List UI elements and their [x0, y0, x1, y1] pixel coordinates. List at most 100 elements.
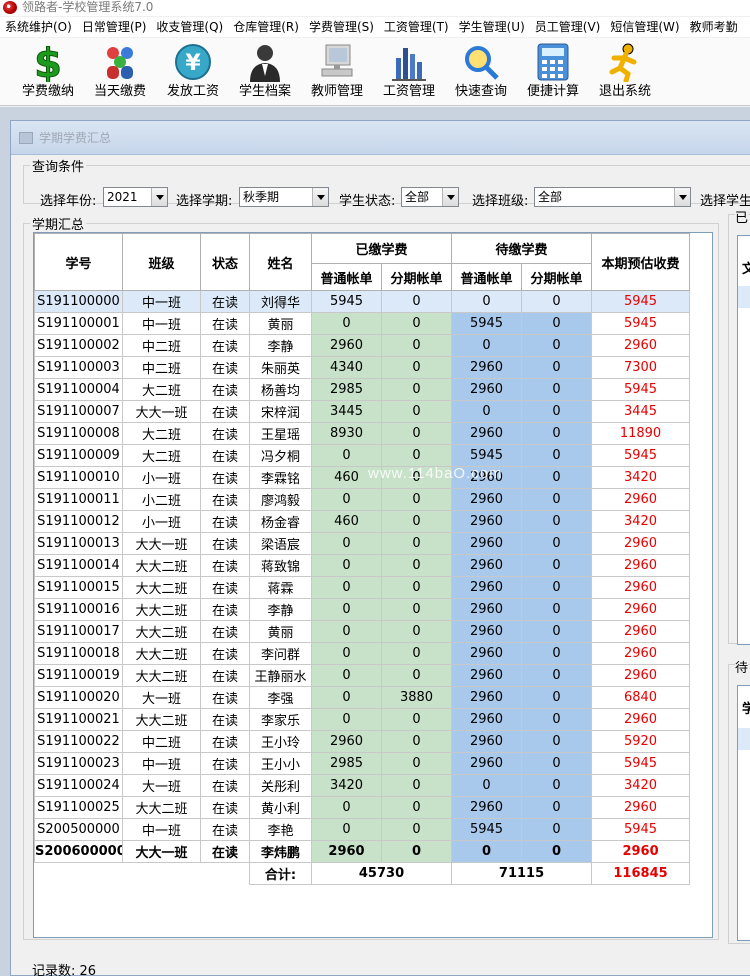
pending-detail-legend: 待 [735, 657, 749, 676]
class-value: 全部 [538, 190, 563, 204]
cell-status: 在读 [200, 356, 250, 379]
cell-paid-installment: 0 [380, 532, 453, 555]
table-row[interactable]: S191100011 小二班 在读 廖鸿毅 0 0 2960 0 2960 [34, 488, 691, 511]
table-row[interactable]: S191100009 大二班 在读 冯夕桐 0 0 5945 0 5945 [34, 444, 691, 467]
cell-paid-installment: 0 [380, 796, 453, 819]
cell-paid-installment: 0 [380, 818, 453, 841]
header-student-id[interactable]: 学号 [34, 233, 123, 291]
menu-item-6[interactable]: 学生管理(U) [454, 17, 530, 37]
menu-item-1[interactable]: 日常管理(P) [77, 17, 152, 37]
table-row[interactable]: S191100023 中一班 在读 王小小 2985 0 2960 0 5945 [34, 752, 691, 775]
menu-item-0[interactable]: 系统维护(O) [0, 17, 77, 37]
table-row[interactable]: S191100019 大大二班 在读 王静丽水 0 0 2960 0 2960 [34, 664, 691, 687]
header-class[interactable]: 班级 [122, 233, 201, 291]
table-row[interactable]: S191100024 大一班 在读 关彤利 3420 0 0 0 3420 [34, 774, 691, 797]
table-row[interactable]: S191100016 大大二班 在读 李静 0 0 2960 0 2960 [34, 598, 691, 621]
table-row[interactable]: S191100014 大大二班 在读 蒋致锦 0 0 2960 0 2960 [34, 554, 691, 577]
toolbar-button-calculator[interactable]: 便捷计算 [517, 42, 589, 104]
cell-paid-normal: 2960 [311, 334, 382, 357]
pending-detail-grid[interactable]: 学 [737, 685, 750, 941]
table-row[interactable]: S191100015 大大二班 在读 蒋霖 0 0 2960 0 2960 [34, 576, 691, 599]
table-row[interactable]: S191100001 中一班 在读 黄丽 0 0 5945 0 5945 [34, 312, 691, 335]
table-row[interactable]: S191100013 大大一班 在读 梁语宸 0 0 2960 0 2960 [34, 532, 691, 555]
summary-table: 学号 班级 状态 姓名 已缴学费 待缴学费 本期预估收费 普通帐单 分期帐单 普… [34, 233, 691, 885]
table-row[interactable]: S200500000 中一班 在读 李艳 0 0 5945 0 5945 [34, 818, 691, 841]
table-row[interactable]: S191100008 大二班 在读 王星瑶 8930 0 2960 0 11890 [34, 422, 691, 445]
menu-item-4[interactable]: 学费管理(S) [304, 17, 379, 37]
toolbar-button-people[interactable]: 当天缴费 [84, 42, 156, 104]
toolbar-button-bar-chart[interactable]: 工资管理 [373, 42, 445, 104]
menu-item-2[interactable]: 收支管理(Q) [151, 17, 228, 37]
header-pending-fees[interactable]: 待缴学费 [451, 233, 593, 264]
people-icon [99, 42, 141, 82]
chevron-down-icon[interactable] [312, 188, 328, 206]
cell-status: 在读 [200, 532, 250, 555]
class-select[interactable]: 全部 [534, 187, 691, 207]
status-select[interactable]: 全部 [401, 187, 459, 207]
table-row[interactable]: S191100010 小一班 在读 李霖铭 460 0 2960 0 3420 [34, 466, 691, 489]
paid-detail-selected-row[interactable] [738, 286, 750, 308]
cell-pending-installment: 0 [521, 422, 593, 445]
toolbar-button-person[interactable]: 学生档案 [229, 42, 301, 104]
toolbar-button-computer[interactable]: 教师管理 [301, 42, 373, 104]
menu-item-9[interactable]: 教师考勤 [685, 17, 743, 37]
toolbar-button-running-man[interactable]: 退出系统 [589, 42, 661, 104]
term-select[interactable]: 秋季期 [239, 187, 329, 207]
cell-pending-installment: 0 [521, 664, 593, 687]
header-estimate[interactable]: 本期预估收费 [591, 233, 691, 291]
table-row[interactable]: S191100000 中一班 在读 刘得华 5945 0 0 0 5945 [34, 290, 691, 313]
paid-detail-grid[interactable]: 文 [737, 235, 750, 645]
table-row[interactable]: S191100007 大大一班 在读 宋梓润 3445 0 0 0 3445 [34, 400, 691, 423]
cell-estimate: 2960 [591, 840, 691, 863]
cell-paid-installment: 0 [380, 774, 453, 797]
header-paid-normal[interactable]: 普通帐单 [311, 263, 382, 291]
summary-grid[interactable]: 学号 班级 状态 姓名 已缴学费 待缴学费 本期预估收费 普通帐单 分期帐单 普… [33, 232, 713, 938]
year-select[interactable]: 2021 [103, 187, 168, 207]
cell-class: 小二班 [122, 488, 201, 511]
chevron-down-icon[interactable] [151, 188, 167, 206]
header-name[interactable]: 姓名 [249, 233, 312, 291]
pending-detail-selected-row[interactable] [738, 728, 750, 750]
table-row[interactable]: S191100002 中二班 在读 李静 2960 0 0 0 2960 [34, 334, 691, 357]
app-logo-icon [3, 1, 17, 14]
subwindow-titlebar[interactable]: 学期学费汇总 [11, 121, 750, 155]
table-row[interactable]: S191100021 大大二班 在读 李家乐 0 0 2960 0 2960 [34, 708, 691, 731]
table-row[interactable]: S191100012 小一班 在读 杨金睿 460 0 2960 0 3420 [34, 510, 691, 533]
cell-estimate: 5945 [591, 444, 691, 467]
toolbar-button-magnifier[interactable]: 快速查询 [445, 42, 517, 104]
header-paid-installment[interactable]: 分期帐单 [380, 263, 453, 291]
table-row[interactable]: S191100022 中二班 在读 王小玲 2960 0 2960 0 5920 [34, 730, 691, 753]
cell-student-id: S191100009 [34, 444, 123, 467]
menu-item-8[interactable]: 短信管理(W) [605, 17, 684, 37]
cell-estimate: 2960 [591, 664, 691, 687]
cell-paid-normal: 0 [311, 444, 382, 467]
table-row[interactable]: S191100020 大一班 在读 李强 0 3880 2960 0 6840 [34, 686, 691, 709]
chevron-down-icon[interactable] [442, 188, 458, 206]
cell-pending-normal: 2960 [451, 752, 523, 775]
header-paid-fees[interactable]: 已缴学费 [310, 233, 453, 264]
table-row[interactable]: S191100018 大大二班 在读 李问群 0 0 2960 0 2960 [34, 642, 691, 665]
yen-coin-icon: ¥ [172, 42, 214, 82]
cell-name: 关彤利 [249, 774, 312, 797]
table-row[interactable]: S191100017 大大二班 在读 黄丽 0 0 2960 0 2960 [34, 620, 691, 643]
dollar-icon: $ [27, 41, 69, 88]
cell-estimate: 5945 [591, 312, 691, 335]
menu-item-5[interactable]: 工资管理(T) [379, 17, 454, 37]
table-row[interactable]: S191100003 中二班 在读 朱丽英 4340 0 2960 0 7300 [34, 356, 691, 379]
header-status[interactable]: 状态 [200, 233, 250, 291]
cell-estimate: 2960 [591, 554, 691, 577]
cell-class: 小一班 [122, 466, 201, 489]
menu-item-7[interactable]: 员工管理(V) [530, 17, 606, 37]
header-pending-normal[interactable]: 普通帐单 [451, 263, 523, 291]
toolbar-button-dollar[interactable]: $ 学费缴纳 [12, 41, 84, 104]
toolbar-button-yen-coin[interactable]: ¥ 发放工资 [157, 42, 229, 104]
table-row[interactable]: S191100025 大大二班 在读 黄小利 0 0 2960 0 2960 [34, 796, 691, 819]
menu-item-3[interactable]: 仓库管理(R) [228, 17, 304, 37]
table-row[interactable]: S200600000 大大一班 在读 李炜鹏 2960 0 0 0 2960 [34, 840, 691, 863]
table-row[interactable]: S191100004 大二班 在读 杨善均 2985 0 2960 0 5945 [34, 378, 691, 401]
chevron-down-icon[interactable] [674, 188, 690, 206]
year-label: 选择年份: [40, 194, 97, 209]
header-pending-installment[interactable]: 分期帐单 [521, 263, 593, 291]
cell-name: 杨善均 [249, 378, 312, 401]
cell-status: 在读 [200, 752, 250, 775]
